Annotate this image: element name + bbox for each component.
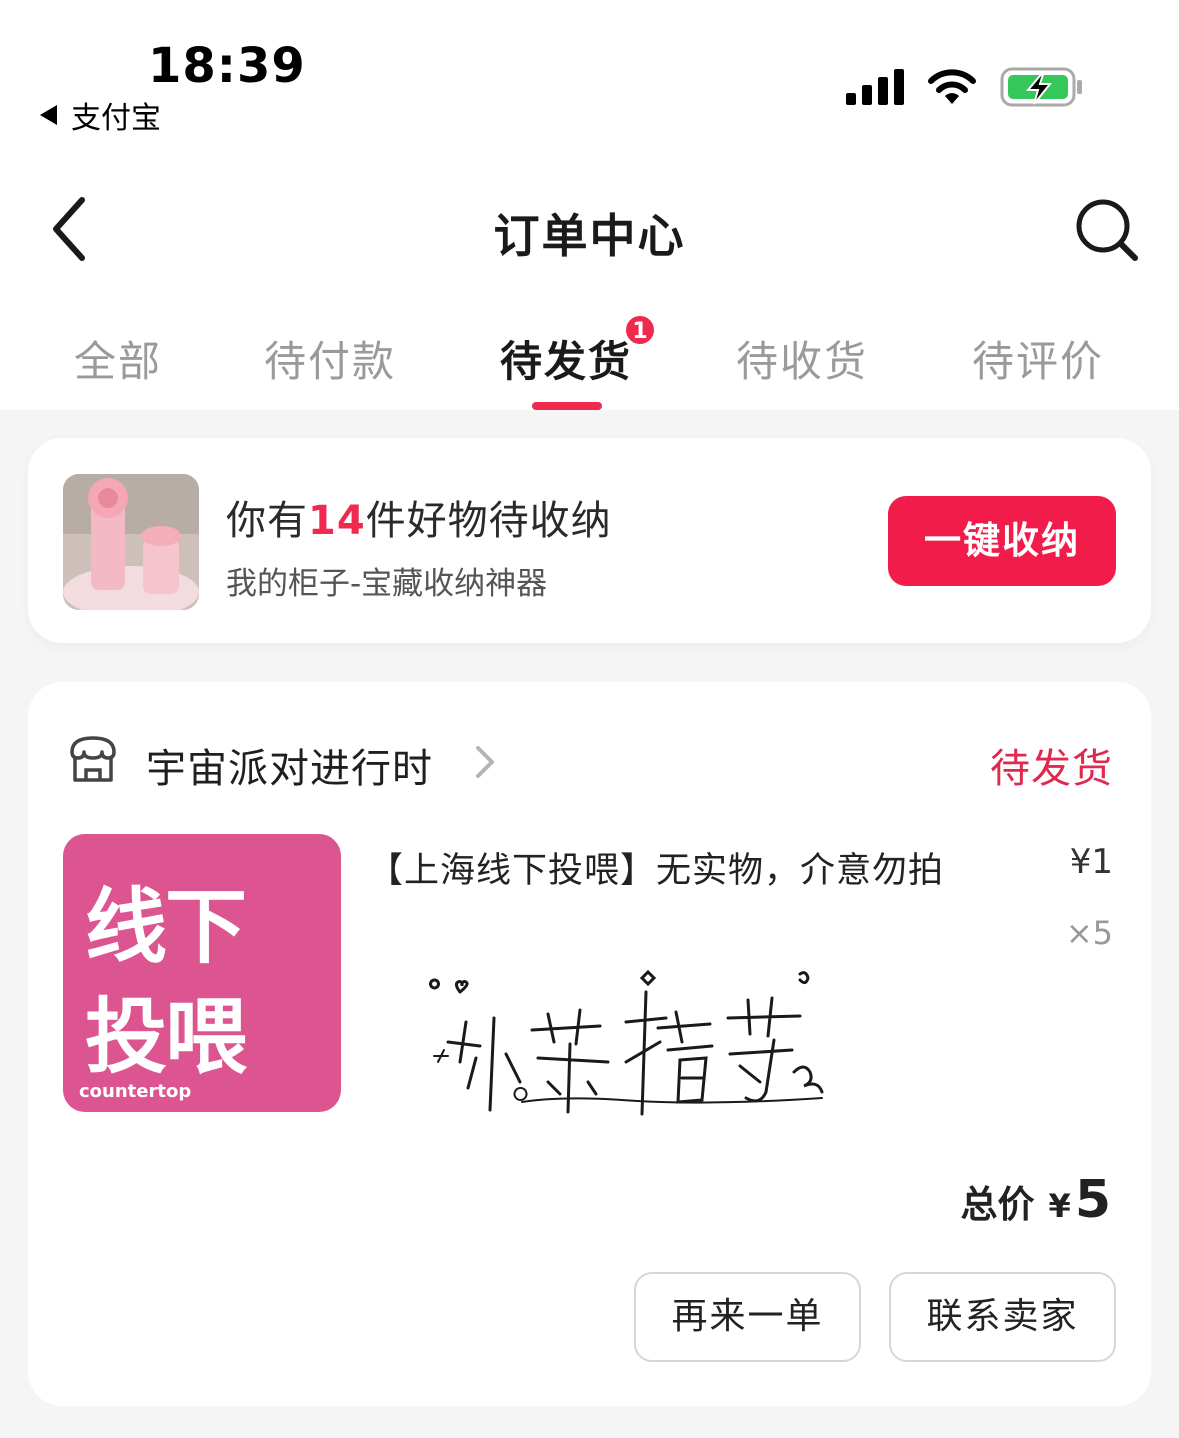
order-tabs: 全部 待付款 待发货 待收货 待评价 <box>0 320 1179 410</box>
storage-promo-card[interactable]: 你有14件好物待收纳 我的柜子-宝藏收纳神器 一键收纳 <box>28 438 1151 643</box>
order-total: 总价 ¥ 5 <box>961 1170 1111 1230</box>
status-time: 18:39 <box>148 38 306 94</box>
chevron-right-icon[interactable] <box>472 742 498 782</box>
back-to-app-link[interactable]: 支付宝 <box>40 93 161 137</box>
product-image[interactable]: 线下 投喂 countertop <box>63 834 341 1112</box>
status-bar: 18:39 支付宝 <box>0 0 1179 150</box>
tab-pending-review[interactable]: 待评价 <box>972 328 1104 389</box>
wifi-icon <box>928 69 976 104</box>
one-click-store-button[interactable]: 一键收纳 <box>888 496 1116 586</box>
total-label: 总价 <box>960 1183 1035 1226</box>
active-tab-indicator <box>532 402 602 410</box>
shop-icon <box>70 736 116 782</box>
promo-subtitle: 我的柜子-宝藏收纳神器 <box>226 566 548 602</box>
contact-seller-button[interactable]: 联系卖家 <box>889 1272 1116 1362</box>
page-header: 订单中心 全部 待付款 待发货 待收货 待评价 1 <box>0 150 1179 410</box>
system-icons <box>846 66 1084 108</box>
total-amount: 5 <box>1074 1170 1111 1230</box>
back-triangle-icon <box>40 105 57 125</box>
search-icon[interactable] <box>1075 198 1139 262</box>
promo-title-prefix: 你有 <box>226 498 308 544</box>
promo-title: 你有14件好物待收纳 <box>226 488 612 546</box>
product-name[interactable]: 【上海线下投喂】无实物，介意勿拍 <box>368 842 944 893</box>
product-quantity: ×5 <box>1065 914 1113 952</box>
cellular-signal-icon <box>846 69 904 105</box>
tab-all[interactable]: 全部 <box>74 328 162 389</box>
product-image-brand: countertop <box>79 1081 192 1102</box>
total-currency: ¥ <box>1048 1187 1071 1225</box>
order-card[interactable]: 宇宙派对进行时 待发货 线下 投喂 countertop 【上海线下投喂】无实物… <box>28 682 1151 1406</box>
order-status: 待发货 <box>990 746 1113 792</box>
back-app-label: 支付宝 <box>71 101 161 136</box>
product-image-text-1: 线下 <box>85 880 247 975</box>
promo-item-count: 14 <box>308 498 366 544</box>
handwritten-signature <box>429 969 824 1116</box>
tab-pending-payment[interactable]: 待付款 <box>264 328 396 389</box>
product-image-text-2: 投喂 <box>85 990 247 1085</box>
tab-pending-receipt[interactable]: 待收货 <box>736 328 868 389</box>
shop-name[interactable]: 宇宙派对进行时 <box>146 736 433 794</box>
reorder-button[interactable]: 再来一单 <box>634 1272 861 1362</box>
page-title: 订单中心 <box>493 209 686 263</box>
tab-pending-shipment[interactable]: 待发货 <box>500 328 632 389</box>
battery-charging-icon <box>1000 67 1082 107</box>
promo-thumbnail <box>63 474 199 610</box>
product-price: ¥1 <box>1069 842 1113 882</box>
tab-count-badge: 1 <box>624 314 656 346</box>
promo-title-suffix: 件好物待收纳 <box>365 498 612 544</box>
